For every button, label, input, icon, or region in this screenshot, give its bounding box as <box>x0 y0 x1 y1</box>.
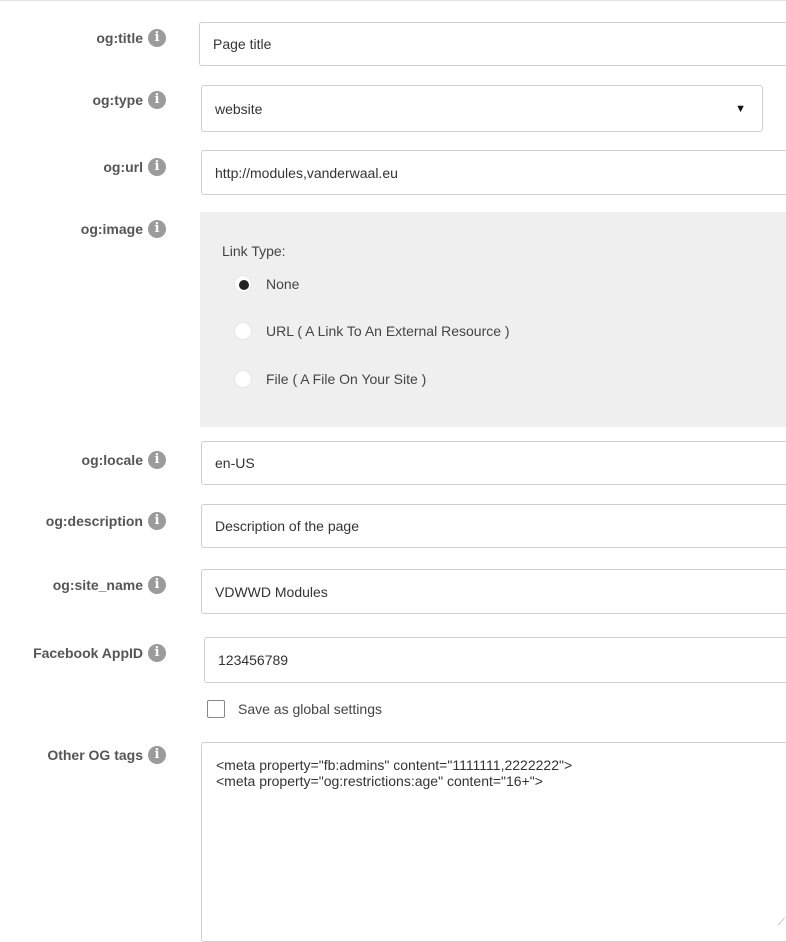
og-image-panel: Link Type: None URL ( A Link To An Exter… <box>200 212 786 427</box>
info-icon[interactable]: i <box>148 158 166 176</box>
save-global-checkbox[interactable] <box>207 700 225 718</box>
og-title-label: og:title i <box>96 29 166 47</box>
og-description-input[interactable]: Description of the page <box>201 504 786 548</box>
top-divider <box>0 0 786 1</box>
link-type-label: Link Type: <box>222 243 286 259</box>
other-og-tags-textarea[interactable]: <meta property="fb:admins" content="1111… <box>201 742 786 942</box>
resize-handle-icon[interactable]: ⟋ <box>778 917 785 928</box>
info-icon[interactable]: i <box>148 451 166 469</box>
radio-button[interactable] <box>234 322 252 340</box>
og-image-label: og:image i <box>81 220 166 238</box>
info-icon[interactable]: i <box>148 91 166 109</box>
og-type-label: og:type i <box>92 91 166 109</box>
radio-option-file[interactable]: File ( A File On Your Site ) <box>234 370 426 388</box>
info-icon[interactable]: i <box>148 512 166 530</box>
facebook-appid-input[interactable]: 123456789 <box>204 637 786 683</box>
radio-button[interactable] <box>234 370 252 388</box>
radio-option-none[interactable]: None <box>234 275 299 293</box>
og-title-input[interactable]: Page title <box>199 22 786 66</box>
info-icon[interactable]: i <box>148 29 166 47</box>
og-type-select[interactable]: website ▼ <box>201 85 763 132</box>
radio-button[interactable] <box>234 275 252 293</box>
og-description-label: og:description i <box>46 512 166 530</box>
info-icon[interactable]: i <box>148 576 166 594</box>
save-global-settings[interactable]: Save as global settings <box>207 700 382 718</box>
og-site-name-input[interactable]: VDWWD Modules <box>201 569 786 614</box>
og-locale-input[interactable]: en-US <box>201 441 786 485</box>
caret-down-icon: ▼ <box>735 102 746 115</box>
og-site-name-label: og:site_name i <box>53 576 166 594</box>
info-icon[interactable]: i <box>148 220 166 238</box>
og-url-label: og:url i <box>103 158 166 176</box>
info-icon[interactable]: i <box>148 746 166 764</box>
other-og-tags-label: Other OG tags i <box>47 746 166 764</box>
facebook-appid-label: Facebook AppID i <box>33 644 166 662</box>
radio-option-url[interactable]: URL ( A Link To An External Resource ) <box>234 322 510 340</box>
info-icon[interactable]: i <box>148 644 166 662</box>
og-url-input[interactable]: http://modules,vanderwaal.eu <box>201 150 786 195</box>
og-locale-label: og:locale i <box>82 451 166 469</box>
